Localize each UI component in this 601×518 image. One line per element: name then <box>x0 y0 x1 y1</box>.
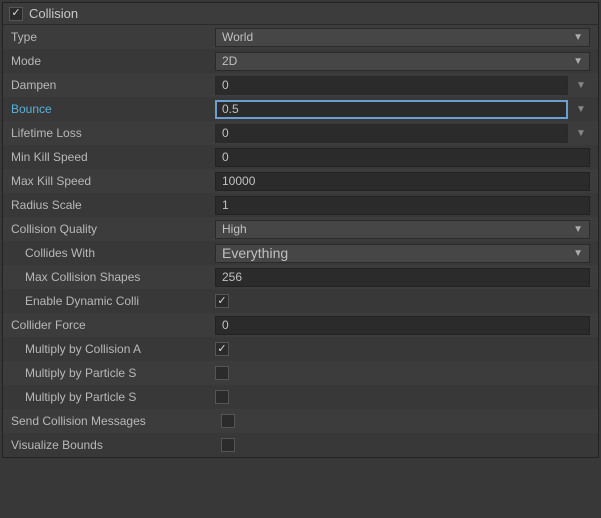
row-radius-scale: Radius Scale <box>3 193 598 217</box>
label-mode: Mode <box>11 54 211 68</box>
collides-with-value: Everything <box>222 245 288 261</box>
field-list: Type World ▼ Mode 2D ▼ Dampen 0 <box>3 25 598 457</box>
input-max-collision-shapes[interactable] <box>215 268 590 287</box>
row-collider-force: Collider Force <box>3 313 598 337</box>
chevron-down-icon: ▼ <box>573 56 583 67</box>
row-mode: Mode 2D ▼ <box>3 49 598 73</box>
label-lifetime-loss: Lifetime Loss <box>11 126 211 140</box>
label-multiply-by-particle-size: Multiply by Particle S <box>11 390 211 404</box>
row-dampen: Dampen 0 ▼ <box>3 73 598 97</box>
label-bounce: Bounce <box>11 102 211 116</box>
input-dampen[interactable]: 0 <box>215 76 568 95</box>
chevron-down-icon: ▼ <box>573 248 583 259</box>
chevron-down-icon: ▼ <box>573 224 583 235</box>
dampen-value: 0 <box>222 78 229 92</box>
row-type: Type World ▼ <box>3 25 598 49</box>
label-radius-scale: Radius Scale <box>11 198 211 212</box>
row-multiply-by-particle-speed: Multiply by Particle S <box>3 361 598 385</box>
row-max-kill-speed: Max Kill Speed <box>3 169 598 193</box>
row-enable-dynamic-colliders: Enable Dynamic Colli <box>3 289 598 313</box>
checkbox-send-collision-messages[interactable] <box>221 414 235 428</box>
dropdown-mode-value: 2D <box>222 54 237 68</box>
dropdown-collision-quality[interactable]: High ▼ <box>215 220 590 239</box>
checkbox-multiply-by-particle-speed[interactable] <box>215 366 229 380</box>
row-multiply-by-collision-angle: Multiply by Collision A <box>3 337 598 361</box>
panel-title: Collision <box>29 6 78 21</box>
label-max-collision-shapes: Max Collision Shapes <box>11 270 211 284</box>
label-enable-dynamic-colliders: Enable Dynamic Colli <box>11 294 211 308</box>
row-lifetime-loss: Lifetime Loss 0 ▼ <box>3 121 598 145</box>
input-collider-force[interactable] <box>215 316 590 335</box>
checkbox-enable-dynamic-colliders[interactable] <box>215 294 229 308</box>
checkbox-multiply-by-collision-angle[interactable] <box>215 342 229 356</box>
row-collides-with: Collides With Everything ▼ <box>3 241 598 265</box>
input-max-kill-speed[interactable] <box>215 172 590 191</box>
collision-panel: Collision Type World ▼ Mode 2D ▼ Dampen <box>2 2 599 458</box>
dropdown-type-value: World <box>222 30 253 44</box>
input-bounce[interactable] <box>215 100 568 119</box>
label-collider-force: Collider Force <box>11 318 211 332</box>
row-bounce: Bounce ▼ <box>3 97 598 121</box>
chevron-down-icon[interactable]: ▼ <box>572 76 590 94</box>
checkbox-visualize-bounds[interactable] <box>221 438 235 452</box>
input-min-kill-speed[interactable] <box>215 148 590 167</box>
row-min-kill-speed: Min Kill Speed <box>3 145 598 169</box>
label-collision-quality: Collision Quality <box>11 222 211 236</box>
row-visualize-bounds: Visualize Bounds <box>3 433 598 457</box>
row-multiply-by-particle-size: Multiply by Particle S <box>3 385 598 409</box>
chevron-down-icon: ▼ <box>573 32 583 43</box>
label-collides-with: Collides With <box>11 246 211 260</box>
dropdown-collides-with[interactable]: Everything ▼ <box>215 244 590 263</box>
label-min-kill-speed: Min Kill Speed <box>11 150 211 164</box>
label-dampen: Dampen <box>11 78 211 92</box>
chevron-down-icon[interactable]: ▼ <box>572 124 590 142</box>
label-send-collision-messages: Send Collision Messages <box>11 414 217 428</box>
row-collision-quality: Collision Quality High ▼ <box>3 217 598 241</box>
dropdown-type[interactable]: World ▼ <box>215 28 590 47</box>
row-send-collision-messages: Send Collision Messages <box>3 409 598 433</box>
panel-header[interactable]: Collision <box>3 3 598 25</box>
label-multiply-by-particle-speed: Multiply by Particle S <box>11 366 211 380</box>
input-lifetime-loss[interactable]: 0 <box>215 124 568 143</box>
collision-enable-checkbox[interactable] <box>9 7 23 21</box>
label-max-kill-speed: Max Kill Speed <box>11 174 211 188</box>
row-max-collision-shapes: Max Collision Shapes <box>3 265 598 289</box>
chevron-down-icon[interactable]: ▼ <box>572 100 590 118</box>
collision-quality-value: High <box>222 222 247 236</box>
label-multiply-by-collision-angle: Multiply by Collision A <box>11 342 211 356</box>
lifetime-loss-value: 0 <box>222 126 229 140</box>
dropdown-mode[interactable]: 2D ▼ <box>215 52 590 71</box>
label-type: Type <box>11 30 211 44</box>
checkbox-multiply-by-particle-size[interactable] <box>215 390 229 404</box>
label-visualize-bounds: Visualize Bounds <box>11 438 217 452</box>
input-radius-scale[interactable] <box>215 196 590 215</box>
